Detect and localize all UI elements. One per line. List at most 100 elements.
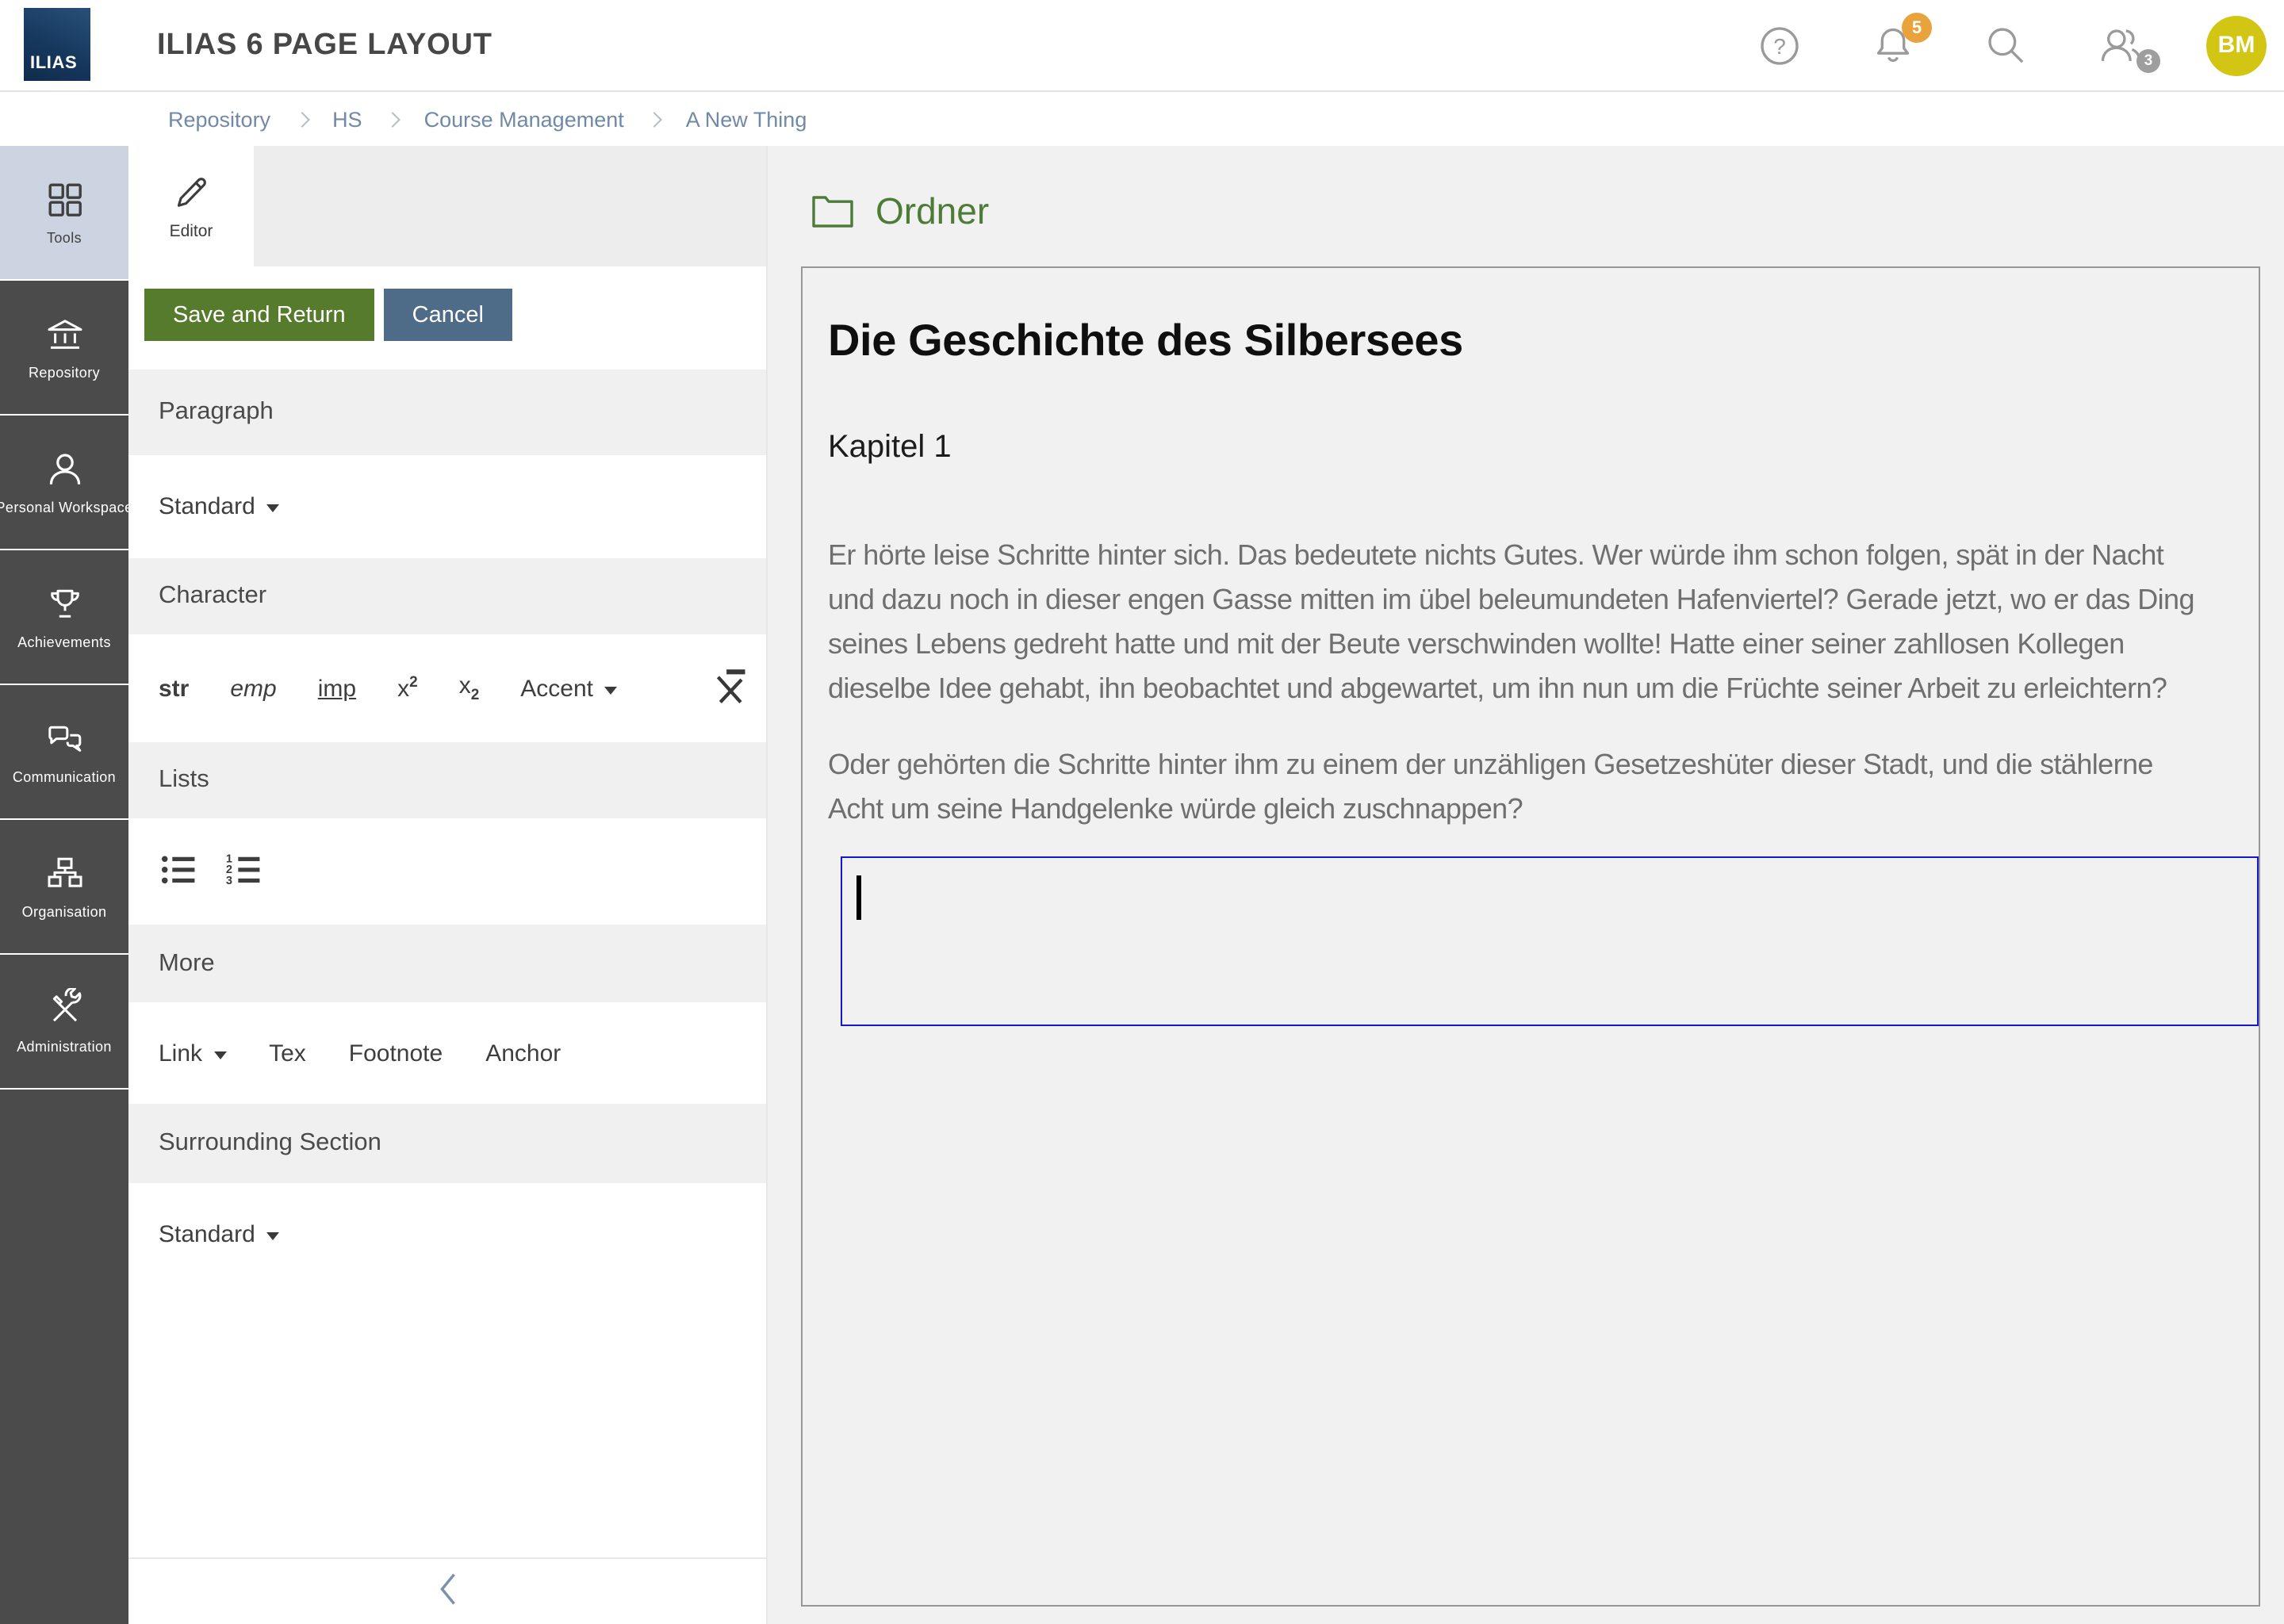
main-sidebar: Tools Repository Personal Workspace <box>0 146 128 1624</box>
panel-filler <box>128 1285 766 1557</box>
numbered-list-icon: 1 2 3 <box>224 849 263 889</box>
notifications-badge: 5 <box>1902 13 1932 43</box>
logo-text: ILIAS <box>30 54 77 73</box>
sidebar-item-administration[interactable]: Administration <box>0 955 128 1090</box>
section-character-header: Character <box>128 558 766 634</box>
emphasis-button[interactable]: emp <box>230 675 276 702</box>
panel-bottom-bar <box>128 1557 766 1624</box>
sidebar-item-achievements[interactable]: Achievements <box>0 550 128 685</box>
sidebar-item-organisation[interactable]: Organisation <box>0 820 128 955</box>
trophy-icon <box>44 584 85 625</box>
lists-row: 1 2 3 <box>128 818 766 925</box>
link-dropdown[interactable]: Link <box>159 1040 226 1067</box>
surrounding-style-value: Standard <box>159 1220 255 1247</box>
avatar-initials: BM <box>2218 32 2255 59</box>
bullet-list-icon <box>159 849 198 889</box>
footnote-button[interactable]: Footnote <box>349 1040 443 1067</box>
paragraph-style-dropdown[interactable]: Standard <box>159 493 279 520</box>
chevron-left-icon <box>437 1570 458 1608</box>
sidebar-item-personal-workspace[interactable]: Personal Workspace <box>0 416 128 550</box>
header-icon-bar: ? 5 <box>1757 0 2267 90</box>
crossed-tools-icon <box>44 988 85 1029</box>
strong-button[interactable]: str <box>159 675 189 702</box>
chevron-down-icon <box>213 1051 226 1059</box>
page-content: Die Geschichte des Silbersees Kapitel 1 … <box>801 266 2260 1607</box>
svg-text:?: ? <box>1773 33 1786 58</box>
subscript-button[interactable]: x2 <box>459 672 480 704</box>
sidebar-item-label: Repository <box>29 365 100 381</box>
sidebar-item-label: Achievements <box>17 634 111 650</box>
paragraph-block[interactable]: Er hörte leise Schritte hinter sich. Das… <box>828 533 2259 710</box>
breadcrumb-repository[interactable]: Repository <box>168 107 270 131</box>
panel-tab-strip: Editor <box>128 146 766 266</box>
accent-dropdown[interactable]: Accent <box>520 675 617 702</box>
tex-button[interactable]: Tex <box>269 1040 306 1067</box>
bullet-list-button[interactable] <box>159 849 198 894</box>
folder-icon <box>811 192 855 230</box>
sidebar-item-label: Organisation <box>22 904 107 920</box>
sidebar-item-label: Communication <box>13 769 116 785</box>
important-button[interactable]: imp <box>318 675 356 702</box>
chevron-down-icon <box>266 504 279 512</box>
clear-formatting-button[interactable] <box>706 665 749 712</box>
more-row: Link Tex Footnote Anchor <box>128 1002 766 1104</box>
section-paragraph-header: Paragraph <box>128 370 766 455</box>
person-icon <box>44 449 85 490</box>
sidebar-item-communication[interactable]: Communication <box>0 685 128 820</box>
character-row: str emp imp x2 x2 Accent <box>128 634 766 742</box>
link-label: Link <box>159 1040 202 1067</box>
cancel-button[interactable]: Cancel <box>384 289 512 341</box>
section-lists-header: Lists <box>128 742 766 818</box>
surrounding-style-dropdown[interactable]: Standard <box>159 1220 279 1247</box>
sidebar-item-repository[interactable]: Repository <box>0 281 128 416</box>
document-title[interactable]: Die Geschichte des Silbersees <box>828 316 2259 366</box>
pencil-icon <box>170 171 213 214</box>
text-cursor <box>856 875 860 920</box>
top-header: ILIAS ILIAS 6 PAGE LAYOUT ? 5 <box>0 0 2284 90</box>
chevron-down-icon <box>266 1231 279 1239</box>
tab-editor-label: Editor <box>170 222 213 241</box>
search-button[interactable] <box>1984 24 2027 67</box>
members-button[interactable]: 3 <box>2097 22 2146 68</box>
question-mark-icon: ? <box>1757 23 1802 67</box>
bank-icon <box>44 314 85 355</box>
ilias-app: ILIAS ILIAS 6 PAGE LAYOUT ? 5 <box>0 0 2284 1624</box>
sidebar-item-label: Administration <box>17 1039 112 1055</box>
section-more-header: More <box>128 925 766 1002</box>
numbered-list-button[interactable]: 1 2 3 <box>224 849 263 894</box>
editor-panel: Editor Save and Return Cancel Paragraph … <box>128 146 768 1624</box>
svg-text:3: 3 <box>226 874 232 887</box>
active-paragraph-editor[interactable] <box>841 856 2259 1026</box>
sidebar-item-label: Tools <box>47 230 82 246</box>
page-title: ILIAS 6 PAGE LAYOUT <box>157 28 492 63</box>
section-surrounding-header: Surrounding Section <box>128 1104 766 1183</box>
help-button[interactable]: ? <box>1757 23 1802 67</box>
save-and-return-button[interactable]: Save and Return <box>144 289 374 341</box>
breadcrumb-chevron-icon <box>385 111 401 127</box>
breadcrumb-chevron-icon <box>647 111 663 127</box>
accent-label: Accent <box>520 675 593 702</box>
clear-formatting-icon <box>706 665 749 707</box>
breadcrumb-chevron-icon <box>293 111 309 127</box>
breadcrumb-a-new-thing[interactable]: A New Thing <box>686 107 807 131</box>
ilias-logo[interactable]: ILIAS <box>24 8 90 81</box>
org-chart-icon <box>44 853 85 894</box>
breadcrumb-hs[interactable]: HS <box>332 107 362 131</box>
breadcrumb-course-management[interactable]: Course Management <box>424 107 624 131</box>
object-header: Ordner <box>811 190 2284 232</box>
notifications-button[interactable]: 5 <box>1872 24 1914 67</box>
collapse-panel-button[interactable] <box>437 1570 458 1613</box>
sidebar-item-label: Personal Workspace <box>0 500 133 515</box>
editor-actions: Save and Return Cancel <box>128 266 766 370</box>
sidebar-item-tools[interactable]: Tools <box>0 146 128 281</box>
chapter-heading[interactable]: Kapitel 1 <box>828 430 2259 466</box>
paragraph-block[interactable]: Oder gehörten die Schritte hinter ihm zu… <box>828 742 2259 831</box>
object-title: Ordner <box>876 190 989 232</box>
tab-editor[interactable]: Editor <box>128 146 254 266</box>
user-avatar[interactable]: BM <box>2206 15 2267 75</box>
anchor-button[interactable]: Anchor <box>485 1040 561 1067</box>
speech-bubbles-icon <box>44 718 85 760</box>
members-badge: 3 <box>2136 49 2160 73</box>
content-area: Ordner Die Geschichte des Silbersees Kap… <box>768 146 2284 1624</box>
superscript-button[interactable]: x2 <box>397 674 418 703</box>
